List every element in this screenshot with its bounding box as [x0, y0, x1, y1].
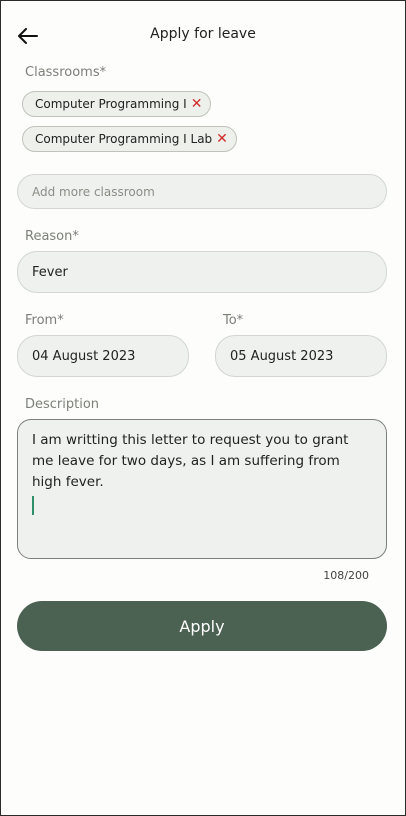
- classroom-chip[interactable]: Computer Programming I Lab ✕: [22, 126, 237, 152]
- text-caret: [32, 496, 34, 515]
- description-text: I am writting this letter to request you…: [32, 432, 349, 490]
- reason-input[interactable]: Fever: [17, 251, 387, 293]
- reason-label: Reason*: [25, 229, 79, 244]
- from-date-field[interactable]: 04 August 2023: [17, 335, 189, 377]
- page-title: Apply for leave: [150, 26, 256, 42]
- app-header: Apply for leave: [1, 1, 405, 69]
- add-classroom-placeholder: Add more classroom: [32, 184, 155, 199]
- classrooms-label: Classrooms*: [25, 65, 107, 80]
- character-counter: 108/200: [323, 569, 369, 582]
- classroom-chip-label: Computer Programming I: [35, 97, 187, 111]
- description-label: Description: [25, 397, 100, 412]
- to-date-value: 05 August 2023: [230, 348, 334, 364]
- description-textarea[interactable]: I am writting this letter to request you…: [17, 419, 387, 559]
- apply-button-label: Apply: [179, 616, 225, 636]
- close-icon[interactable]: ✕: [191, 97, 203, 111]
- from-date-value: 04 August 2023: [32, 348, 136, 364]
- to-label: To*: [223, 313, 244, 328]
- apply-button[interactable]: Apply: [17, 601, 387, 651]
- classroom-chip[interactable]: Computer Programming I ✕: [22, 91, 212, 117]
- from-label: From*: [25, 313, 64, 328]
- app-screen: Apply for leave Classrooms* Computer Pro…: [0, 0, 406, 816]
- classroom-chip-label: Computer Programming I Lab: [35, 132, 213, 146]
- add-classroom-input[interactable]: Add more classroom: [17, 174, 387, 209]
- to-date-field[interactable]: 05 August 2023: [215, 335, 387, 377]
- reason-value: Fever: [32, 264, 68, 280]
- close-icon[interactable]: ✕: [216, 132, 228, 146]
